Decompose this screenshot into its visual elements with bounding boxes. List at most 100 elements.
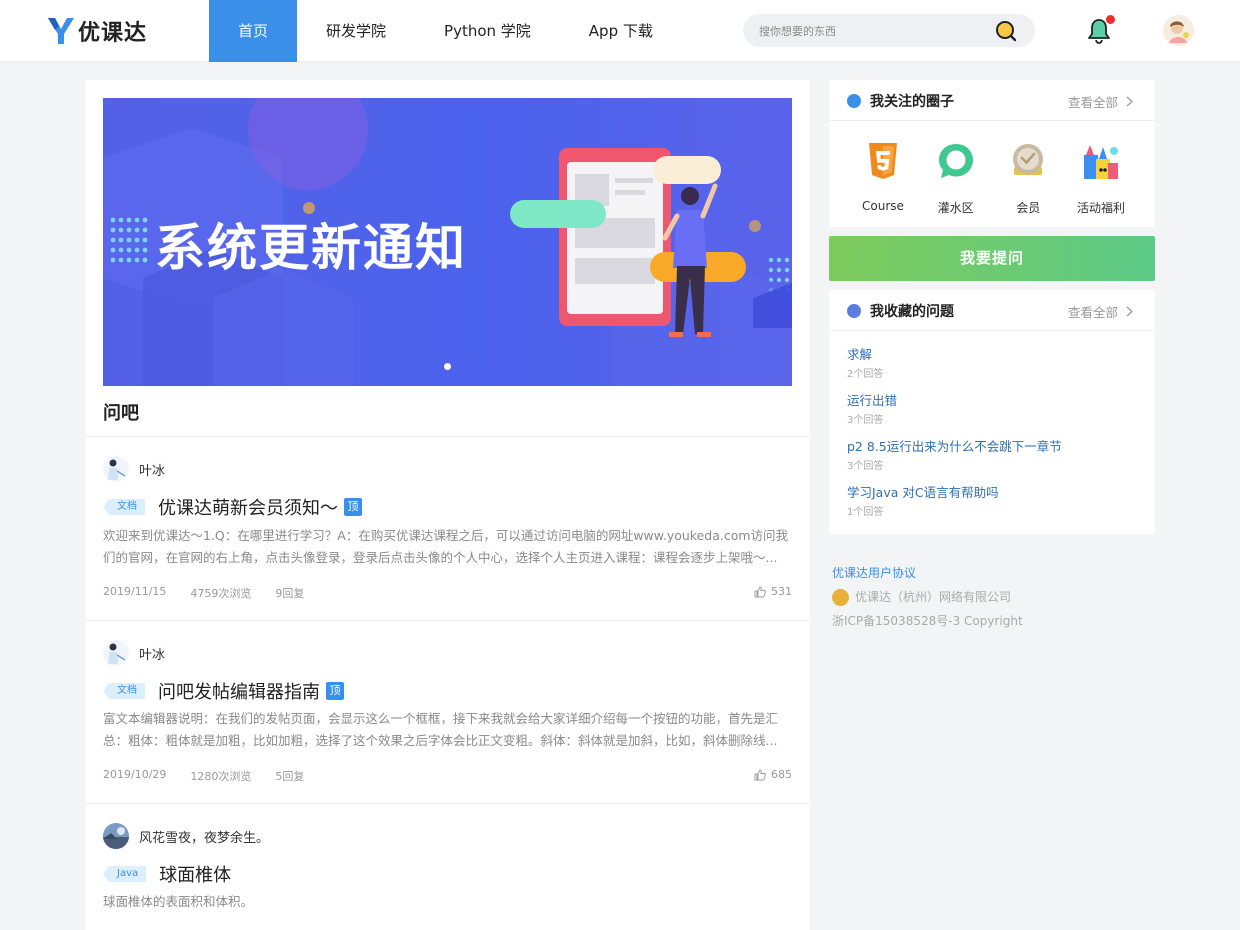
pinned-badge: 顶 (344, 498, 362, 516)
author-name: 叶冰 (139, 647, 166, 663)
logo-y-icon (48, 18, 74, 44)
chevron-right-icon (1126, 96, 1133, 107)
divider (85, 803, 810, 804)
company-name: 优课达（杭州）网络有限公司 (855, 590, 1012, 604)
followed-circles-card: 我关注的圈子 查看全部 Course 灌水区 会员 活动福利 (829, 80, 1155, 227)
nav-tab-python-academy[interactable]: Python 学院 (415, 0, 560, 62)
post-title-row: Java 球面椎体 (103, 861, 231, 887)
circle-list: Course 灌水区 会员 活动福利 (847, 141, 1137, 216)
post-title[interactable]: 球面椎体 (159, 861, 231, 887)
circle-item-member[interactable]: 会员 (992, 141, 1064, 216)
nav-tab-home[interactable]: 首页 (209, 0, 298, 62)
like-count: 531 (771, 585, 792, 598)
card-header: 我收藏的问题 查看全部 (829, 290, 1155, 331)
answer-count: 2个回答 (847, 369, 884, 380)
circle-item-activity[interactable]: 活动福利 (1065, 141, 1137, 216)
chat-bubble-icon (938, 144, 973, 178)
post-author[interactable]: 叶冰 (103, 456, 165, 482)
banner-carousel[interactable]: 系统更新通知 (103, 98, 792, 386)
html5-icon (869, 143, 897, 179)
card-title: 我关注的圈子 (870, 94, 954, 110)
favorite-title[interactable]: 运行出错 (847, 391, 1062, 411)
post-title-row: 文档 问吧发帖编辑器指南 顶 (103, 678, 344, 704)
site-logo[interactable]: 优课达 (46, 14, 147, 48)
post-title[interactable]: 优课达萌新会员须知～ (158, 494, 338, 520)
user-avatar[interactable] (1163, 15, 1194, 46)
post-views: 4759次浏览 (190, 587, 252, 600)
avatar (103, 456, 129, 482)
favorite-title[interactable]: 求解 (847, 345, 1062, 365)
circle-item-water[interactable]: 灌水区 (920, 141, 992, 216)
sidebar-footer: 优课达用户协议 优课达（杭州）网络有限公司 浙ICP备15038528号-3 C… (832, 561, 1023, 633)
like-count: 685 (771, 768, 792, 781)
favorite-item[interactable]: 求解 2个回答 (847, 345, 1062, 385)
post-date: 2019/10/29 (103, 768, 167, 781)
like-button[interactable]: 685 (754, 768, 792, 781)
view-all-label: 查看全部 (1067, 305, 1118, 320)
post-author[interactable]: 叶冰 (103, 640, 165, 666)
thumbs-up-icon (754, 769, 766, 780)
user-agreement-link[interactable]: 优课达用户协议 (832, 566, 916, 580)
medal-icon (1013, 144, 1044, 175)
avatar-figure-icon (103, 456, 129, 482)
circle-item-course[interactable]: Course (847, 141, 919, 216)
chevron-right-icon (1126, 306, 1133, 317)
divider (85, 436, 810, 437)
answer-count: 3个回答 (847, 461, 884, 472)
carousel-indicator[interactable] (444, 363, 451, 370)
top-navbar: 优课达 首页 研发学院 Python 学院 App 下载 (0, 0, 1240, 62)
category-tag[interactable]: 文档 (103, 499, 145, 515)
post-replies: 5回复 (275, 770, 305, 783)
search-input[interactable] (759, 21, 989, 41)
card-header: 我关注的圈子 查看全部 (829, 80, 1155, 121)
banner-title: 系统更新通知 (155, 219, 467, 277)
avatar (103, 823, 129, 849)
ask-question-button[interactable]: 我要提问 (829, 236, 1155, 281)
police-emblem-icon (832, 588, 849, 606)
favorite-title[interactable]: p2 8.5运行出来为什么不会跳下一章节 (847, 437, 1062, 457)
main-nav: 首页 研发学院 Python 学院 App 下载 (209, 0, 682, 62)
thumbs-up-icon (754, 586, 766, 597)
search-icon[interactable] (995, 20, 1017, 42)
logo-text: 优课达 (78, 21, 148, 46)
section-title: 问吧 (103, 403, 139, 424)
post-title-row: 文档 优课达萌新会员须知～ 顶 (103, 494, 362, 520)
nav-tab-app-download[interactable]: App 下载 (560, 0, 682, 62)
card-title: 我收藏的问题 (870, 304, 954, 320)
post-date: 2019/11/15 (103, 585, 167, 598)
post-views: 1280次浏览 (190, 770, 252, 783)
answer-count: 1个回答 (847, 507, 884, 518)
circle-label: 会员 (1016, 201, 1041, 215)
like-button[interactable]: 531 (754, 585, 792, 598)
favorite-item[interactable]: p2 8.5运行出来为什么不会跳下一章节 3个回答 (847, 437, 1062, 477)
circle-chat-icon (847, 94, 861, 108)
main-content: 系统更新通知 问吧 叶冰 文档 优课达萌新会员须知～ 顶 欢迎来到优课达～1.Q… (85, 80, 810, 930)
post-title[interactable]: 问吧发帖编辑器指南 (158, 678, 320, 704)
category-tag[interactable]: Java (103, 866, 147, 882)
notification-dot (1106, 15, 1115, 24)
view-all-link[interactable]: 查看全部 (1068, 92, 1133, 111)
circle-label: 活动福利 (1076, 201, 1125, 215)
view-all-link[interactable]: 查看全部 (1068, 302, 1133, 321)
category-tag[interactable]: 文档 (103, 683, 145, 699)
post-replies: 9回复 (275, 587, 305, 600)
document-icon (847, 304, 861, 318)
favorite-questions-card: 我收藏的问题 查看全部 求解 2个回答 运行出错 3个回答 p2 8.5运行出来… (829, 290, 1155, 534)
post-excerpt[interactable]: 富文本编辑器说明：在我们的发帖页面，会显示这么一个框框，接下来我就会给大家详细介… (103, 708, 793, 752)
post-author[interactable]: 风花雪夜，夜梦余生。 (103, 823, 269, 849)
favorite-title[interactable]: 学习Java 对C语言有帮助吗 (847, 483, 1062, 503)
gift-box-icon (1083, 145, 1118, 179)
avatar (103, 640, 129, 666)
favorite-item[interactable]: 学习Java 对C语言有帮助吗 1个回答 (847, 483, 1062, 523)
avatar-figure-icon (103, 640, 129, 666)
favorite-list: 求解 2个回答 运行出错 3个回答 p2 8.5运行出来为什么不会跳下一章节 3… (847, 345, 1062, 529)
author-name: 风花雪夜，夜梦余生。 (139, 830, 270, 846)
icp-record[interactable]: 浙ICP备15038528号-3 Copyright (832, 609, 1023, 633)
post-excerpt[interactable]: 球面椎体的表面积和体积。 (103, 891, 793, 913)
post-meta: 2019/10/29 1280次浏览 5回复 (103, 768, 328, 784)
favorite-item[interactable]: 运行出错 3个回答 (847, 391, 1062, 431)
post-excerpt[interactable]: 欢迎来到优课达～1.Q：在哪里进行学习？A：在购买优课达课程之后，可以通过访问电… (103, 525, 793, 569)
nav-tab-rd-academy[interactable]: 研发学院 (297, 0, 415, 62)
author-name: 叶冰 (139, 463, 166, 479)
pinned-badge: 顶 (326, 682, 344, 700)
